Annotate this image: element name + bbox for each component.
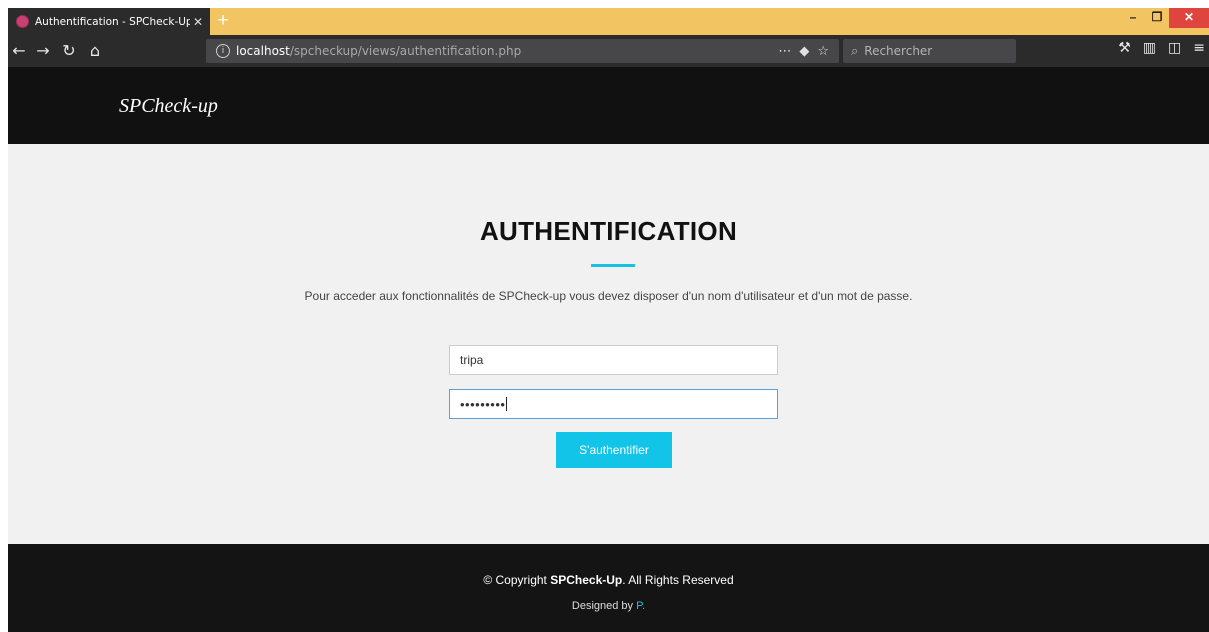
home-icon[interactable]: ⌂ (84, 40, 106, 62)
bookmark-star-icon[interactable]: ☆ (817, 44, 829, 59)
designer-link[interactable]: P. (636, 600, 645, 612)
site-brand[interactable]: SPCheck-up (119, 95, 218, 118)
url-actions: ⋯ ◆ ☆ (778, 44, 839, 59)
text-caret (506, 397, 508, 411)
sidebar-icon[interactable]: ◫ (1168, 40, 1181, 56)
tab-title: Authentification - SPCheck-Up (35, 15, 190, 28)
tab-strip: Authentification - SPCheck-Up ✕ + – ❐ ✕ (8, 8, 1209, 35)
page-description: Pour acceder aux fonctionnalités de SPCh… (304, 289, 913, 303)
login-button[interactable]: S'authentifier (556, 432, 672, 468)
page-title: AUTHENTIFICATION (479, 216, 738, 246)
url-host: localhost (236, 44, 290, 58)
favicon-icon (16, 15, 29, 28)
browser-tab-active[interactable]: Authentification - SPCheck-Up ✕ (8, 8, 210, 35)
forward-arrow-icon[interactable]: → (32, 40, 54, 62)
search-placeholder: Rechercher (864, 44, 933, 58)
window-close-icon[interactable]: ✕ (1169, 8, 1209, 28)
search-icon: ⌕ (851, 43, 859, 59)
tab-close-icon[interactable]: ✕ (190, 15, 206, 29)
info-icon[interactable]: i (216, 44, 230, 58)
copyright-prefix: © Copyright (483, 573, 551, 587)
reload-icon[interactable]: ↻ (58, 40, 80, 62)
search-input[interactable]: ⌕ Rechercher (843, 39, 1016, 63)
designed-prefix: Designed by (571, 600, 637, 612)
password-field[interactable]: ••••••••• (449, 389, 778, 419)
title-underline (591, 264, 635, 267)
menu-icon[interactable]: ≡ (1193, 40, 1205, 56)
wrench-icon[interactable]: ⚒ (1118, 40, 1131, 56)
back-arrow-icon[interactable]: ← (8, 40, 30, 62)
username-value: tripa (460, 353, 484, 367)
library-icon[interactable]: ▥ (1143, 40, 1156, 56)
navigation-bar: ← → ↻ ⌂ i localhost /spcheckup/views/aut… (8, 35, 1209, 67)
username-field[interactable]: tripa (449, 345, 778, 375)
site-footer: © Copyright SPCheck-Up. All Rights Reser… (8, 544, 1209, 632)
copyright-brand: SPCheck-Up (550, 573, 623, 587)
browser-window: Authentification - SPCheck-Up ✕ + – ❐ ✕ … (8, 8, 1209, 632)
new-tab-button[interactable]: + (214, 10, 232, 32)
copyright-suffix: . All Rights Reserved (622, 573, 734, 587)
restore-icon[interactable]: ❐ (1145, 8, 1169, 28)
window-controls: – ❐ ✕ (1121, 8, 1209, 28)
minimize-icon[interactable]: – (1121, 8, 1145, 28)
designed-by: Designed by P. (8, 600, 1209, 612)
toolbar-right: ⚒ ▥ ◫ ≡ (1118, 40, 1205, 56)
site-header: SPCheck-up (8, 67, 1209, 144)
page-actions-icon[interactable]: ⋯ (778, 44, 791, 59)
main-content: AUTHENTIFICATION Pour acceder aux foncti… (8, 144, 1209, 544)
pocket-icon[interactable]: ◆ (799, 44, 809, 59)
password-value: ••••••••• (460, 396, 506, 412)
url-bar[interactable]: i localhost /spcheckup/views/authentific… (206, 39, 839, 63)
copyright-text: © Copyright SPCheck-Up. All Rights Reser… (8, 573, 1209, 587)
url-path: /spcheckup/views/authentification.php (289, 44, 522, 58)
